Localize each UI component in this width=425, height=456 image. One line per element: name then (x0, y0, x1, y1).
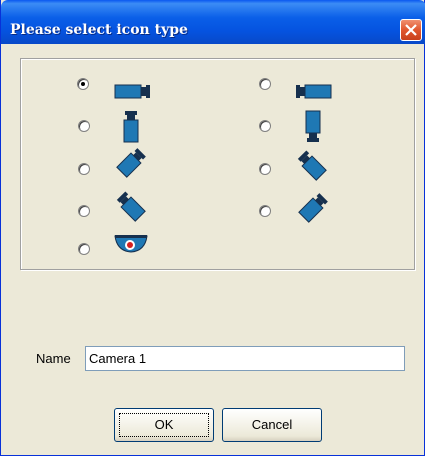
camera-left-icon (296, 84, 332, 99)
cancel-button-label: Cancel (251, 417, 293, 432)
camera-diag-down-left-icon (116, 148, 146, 178)
radio-camera-left[interactable] (259, 78, 271, 90)
focus-rectangle (119, 413, 209, 437)
radio-camera-diag-down-left-2[interactable] (259, 205, 271, 217)
radio-camera-down[interactable] (78, 120, 90, 132)
close-button[interactable] (400, 19, 422, 41)
radio-camera-right[interactable] (77, 78, 89, 90)
name-label: Name (36, 351, 71, 366)
radio-camera-up[interactable] (259, 120, 271, 132)
dialog-title: Please select icon type (10, 22, 188, 38)
camera-down-icon (123, 111, 139, 143)
camera-up-icon (305, 110, 321, 142)
camera-right-icon (114, 84, 150, 99)
radio-camera-diag-down-right[interactable] (259, 163, 271, 175)
camera-diag-down-right-icon (116, 191, 146, 222)
ok-button[interactable]: OK (114, 408, 214, 442)
icon-type-dialog: Please select icon type Name Camera 1 OK… (0, 0, 425, 456)
radio-camera-diag-down-right-2[interactable] (78, 205, 90, 217)
radio-camera-diag-down-left[interactable] (78, 163, 90, 175)
cancel-button[interactable]: Cancel (222, 408, 322, 442)
dome-camera-icon (114, 235, 148, 253)
title-bar[interactable]: Please select icon type (1, 0, 425, 44)
name-input[interactable] (85, 346, 405, 371)
close-icon (405, 24, 417, 36)
camera-diag-down-right-icon (297, 150, 327, 181)
camera-diag-down-left-icon (298, 193, 328, 223)
radio-dome-camera[interactable] (78, 243, 90, 255)
